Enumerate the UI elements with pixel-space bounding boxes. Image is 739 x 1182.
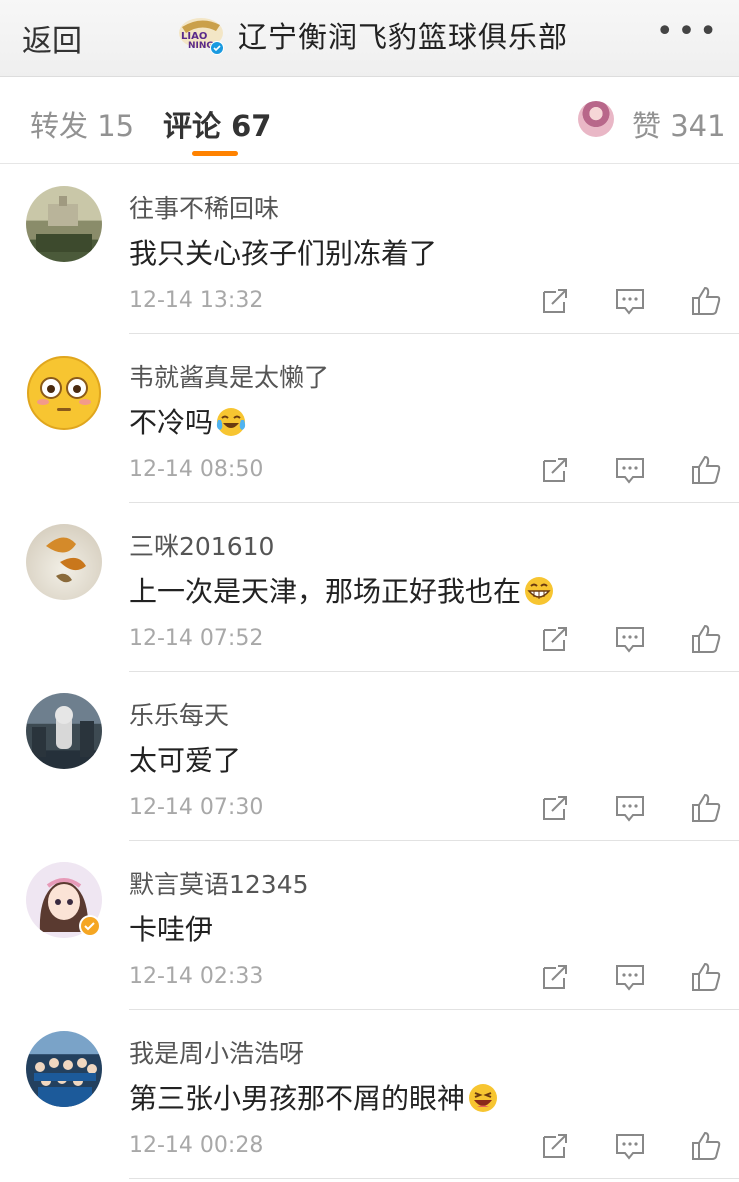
thumbs-up-icon[interactable]	[689, 622, 723, 656]
comment-text-value: 上一次是天津，那场正好我也在	[129, 575, 522, 608]
comment-username[interactable]: 往事不稀回味	[129, 189, 279, 225]
comment-item: 三咪201610 上一次是天津，那场正好我也在 12-14 07:52	[0, 504, 739, 672]
tab-repost[interactable]: 转发 15	[30, 103, 134, 145]
comment-text: 卡哇伊	[129, 913, 214, 946]
avatar[interactable]	[26, 186, 102, 262]
comment-icon[interactable]	[613, 791, 647, 825]
thumbs-up-icon[interactable]	[689, 960, 723, 994]
comment-item: 默言莫语12345 卡哇伊 12-14 02:33	[0, 842, 739, 1010]
comment-time: 12-14 08:50	[129, 457, 264, 482]
share-icon[interactable]	[538, 453, 572, 487]
avatar[interactable]	[26, 355, 102, 431]
share-icon[interactable]	[538, 622, 572, 656]
avatar[interactable]	[26, 1031, 102, 1107]
page-title: 辽宁衡润飞豹篮球俱乐部	[238, 20, 569, 54]
club-logo: LIAO NING	[176, 13, 226, 57]
comment-username[interactable]: 默言莫语12345	[129, 865, 309, 901]
divider	[129, 333, 739, 334]
verified-badge-icon	[79, 915, 101, 937]
comment-time: 12-14 00:28	[129, 1133, 264, 1158]
comment-username[interactable]: 韦就酱真是太懒了	[129, 358, 329, 394]
thumbs-up-icon[interactable]	[689, 453, 723, 487]
avatar[interactable]	[26, 862, 102, 938]
comment-icon[interactable]	[613, 284, 647, 318]
divider	[129, 1009, 739, 1010]
comment-item: 乐乐每天 太可爱了 12-14 07:30	[0, 673, 739, 841]
comment-icon[interactable]	[613, 453, 647, 487]
divider	[129, 502, 739, 503]
comment-icon[interactable]	[613, 622, 647, 656]
tab-comment[interactable]: 评论 67	[163, 103, 271, 145]
comment-time: 12-14 02:33	[129, 964, 264, 989]
comment-text: 我只关心孩子们别冻着了	[129, 237, 438, 270]
comment-icon[interactable]	[613, 960, 647, 994]
comment-text: 第三张小男孩那不屑的眼神	[129, 1077, 499, 1117]
share-icon[interactable]	[538, 791, 572, 825]
active-tab-indicator	[192, 151, 238, 156]
comment-text: 上一次是天津，那场正好我也在	[129, 570, 555, 610]
share-icon[interactable]	[538, 1129, 572, 1163]
comment-icon[interactable]	[613, 1129, 647, 1163]
thumbs-up-icon[interactable]	[689, 284, 723, 318]
tab-like[interactable]: 赞 341	[632, 103, 726, 145]
laugh-emoji-icon	[469, 1084, 498, 1112]
thumbs-up-icon[interactable]	[689, 1129, 723, 1163]
avatar[interactable]	[26, 524, 102, 600]
thumbs-up-icon[interactable]	[689, 791, 723, 825]
more-options-button[interactable]: •••	[656, 17, 721, 47]
nav-bar: 返回 LIAO NING 辽宁衡润飞豹篮球俱乐部 •••	[0, 0, 739, 77]
share-icon[interactable]	[538, 960, 572, 994]
divider	[129, 840, 739, 841]
share-icon[interactable]	[538, 284, 572, 318]
back-button[interactable]: 返回	[22, 16, 82, 60]
avatar[interactable]	[26, 693, 102, 769]
divider	[129, 671, 739, 672]
comment-text-value: 不冷吗	[129, 406, 214, 439]
comment-item: 往事不稀回味 我只关心孩子们别冻着了 12-14 13:32	[0, 166, 739, 334]
comment-text: 不冷吗	[129, 401, 247, 441]
liker-avatar[interactable]	[578, 101, 614, 137]
comment-username[interactable]: 三咪201610	[129, 527, 274, 563]
comment-text-value: 第三张小男孩那不屑的眼神	[129, 1082, 466, 1115]
comment-time: 12-14 07:30	[129, 795, 264, 820]
title-group: LIAO NING 辽宁衡润飞豹篮球俱乐部	[176, 12, 568, 58]
divider	[129, 1178, 739, 1179]
grin-emoji-icon	[525, 577, 554, 605]
tab-bar: 转发 15 评论 67	[0, 77, 739, 164]
comment-time: 12-14 07:52	[129, 626, 264, 651]
svg-text:NING: NING	[188, 41, 214, 51]
comment-username[interactable]: 我是周小浩浩呀	[129, 1034, 304, 1070]
comment-item: 韦就酱真是太懒了 不冷吗 12-14 08:50	[0, 335, 739, 503]
comment-username[interactable]: 乐乐每天	[129, 696, 229, 732]
comment-time: 12-14 13:32	[129, 288, 264, 313]
laugh-cry-emoji-icon	[216, 408, 246, 436]
comment-text: 太可爱了	[129, 744, 242, 777]
comment-item: 我是周小浩浩呀 第三张小男孩那不屑的眼神 12-14 00:28	[0, 1011, 739, 1179]
